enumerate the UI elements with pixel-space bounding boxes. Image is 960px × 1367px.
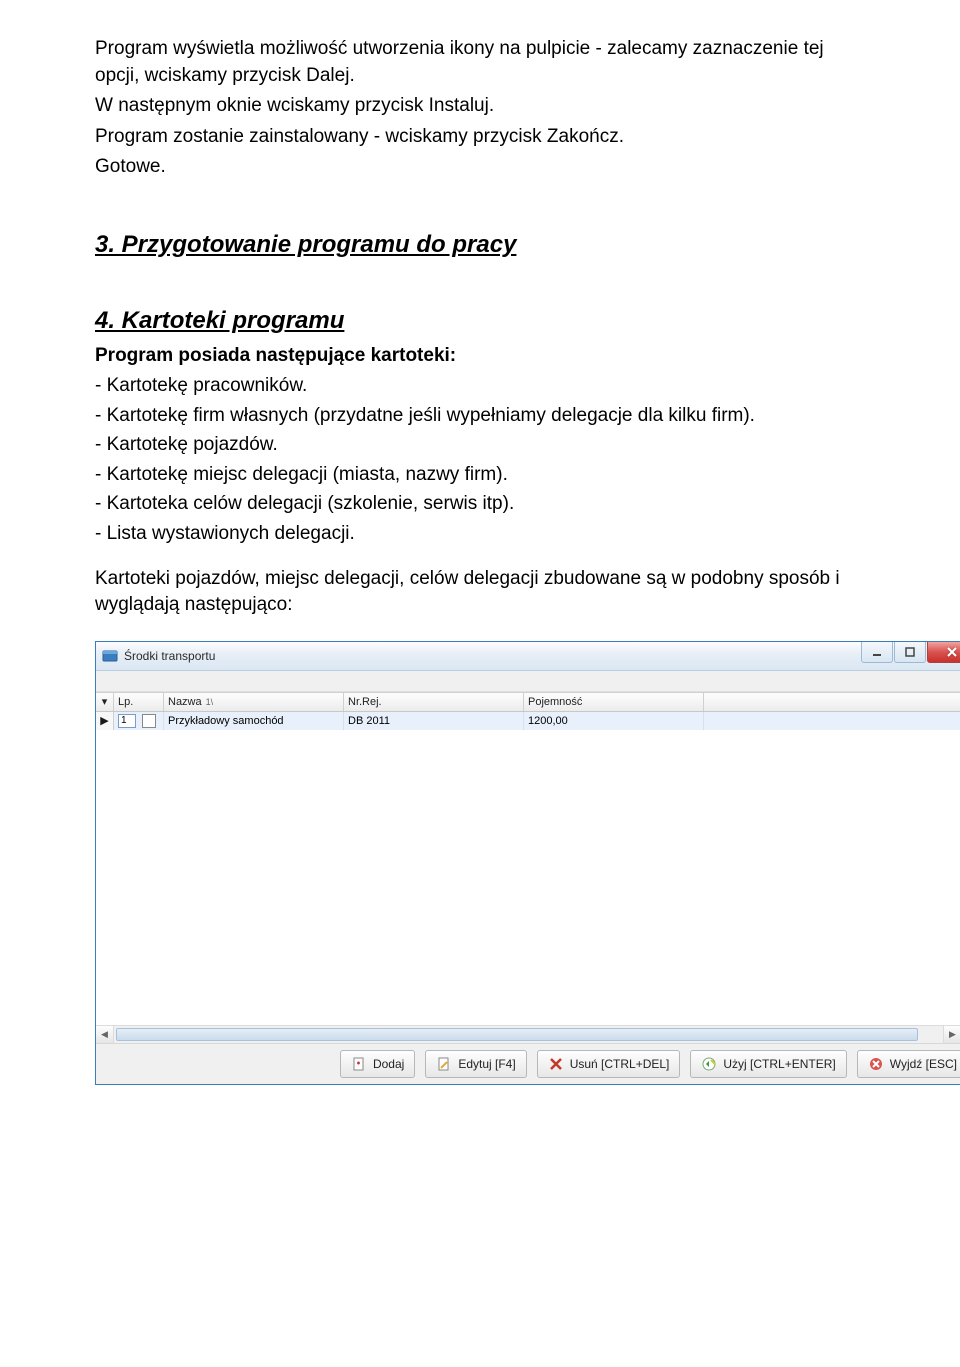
data-grid[interactable]: ▾ Lp. Nazwa 1\ Nr.Rej. Pojemność ▶ 1 Prz… [96, 692, 960, 1043]
lp-input[interactable]: 1 [118, 714, 136, 728]
list-item: - Kartoteka celów delegacji (szkolenie, … [95, 491, 865, 518]
add-document-icon [351, 1056, 367, 1072]
cell-pojemnosc[interactable]: 1200,00 [524, 712, 704, 730]
scroll-thumb-horizontal[interactable] [116, 1028, 918, 1041]
column-header-spacer [704, 693, 960, 711]
cell-lp[interactable]: 1 [114, 712, 164, 730]
kartoteki-list: - Kartotekę pracowników. - Kartotekę fir… [95, 373, 865, 548]
section-4-heading: 4. Kartoteki programu [95, 307, 865, 335]
intro-line-1: Program wyświetla możliwość utworzenia i… [95, 36, 865, 89]
section-3-heading: 3. Przygotowanie programu do pracy [95, 231, 865, 259]
list-item: - Kartotekę pojazdów. [95, 432, 865, 459]
column-header-nazwa[interactable]: Nazwa 1\ [164, 693, 344, 711]
minimize-button[interactable] [861, 642, 893, 663]
list-item: - Kartotekę firm własnych (przydatne jeś… [95, 403, 865, 430]
scroll-right-button[interactable]: ▶ [943, 1026, 960, 1043]
usun-button[interactable]: Usuń [CTRL+DEL] [537, 1050, 681, 1078]
intro-line-3: Program zostanie zainstalowany - wciskam… [95, 124, 865, 151]
scroll-track-horizontal[interactable] [114, 1026, 943, 1043]
exit-icon [868, 1056, 884, 1072]
maximize-button[interactable] [894, 642, 926, 663]
scroll-left-button[interactable]: ◀ [96, 1026, 114, 1043]
column-header-pojemnosc[interactable]: Pojemność [524, 693, 704, 711]
list-item: - Kartotekę miejsc delegacji (miasta, na… [95, 462, 865, 489]
cell-spacer [704, 712, 960, 730]
grid-header-menu-button[interactable]: ▾ [96, 693, 114, 711]
horizontal-scrollbar[interactable]: ◀ ▶ [96, 1025, 960, 1043]
intro-line-4: Gotowe. [95, 154, 865, 181]
edit-document-icon [436, 1056, 452, 1072]
use-arrow-icon [701, 1056, 717, 1072]
list-item: - Kartotekę pracowników. [95, 373, 865, 400]
wyjdz-button[interactable]: Wyjdź [ESC] [857, 1050, 960, 1078]
row-checkbox[interactable] [142, 714, 156, 728]
edytuj-button[interactable]: Edytuj [F4] [425, 1050, 526, 1078]
dodaj-button[interactable]: Dodaj [340, 1050, 415, 1078]
row-indicator-icon: ▶ [96, 712, 114, 730]
delete-icon [548, 1056, 564, 1072]
app-icon [102, 648, 118, 664]
column-header-nrrej[interactable]: Nr.Rej. [344, 693, 524, 711]
button-bar: Dodaj Edytuj [F4] Usuń [CTRL+DEL] Użyj [… [96, 1043, 960, 1084]
column-header-lp[interactable]: Lp. [114, 693, 164, 711]
cell-nrrej[interactable]: DB 2011 [344, 712, 524, 730]
post-list-text: Kartoteki pojazdów, miejsc delegacji, ce… [95, 566, 865, 619]
intro-text: Program wyświetla możliwość utworzenia i… [95, 36, 865, 181]
app-window: Środki transportu ▾ Lp. Nazwa [95, 641, 960, 1085]
close-button[interactable] [927, 642, 960, 663]
title-bar[interactable]: Środki transportu [96, 642, 960, 671]
list-item: - Lista wystawionych delegacji. [95, 521, 865, 548]
uzyj-button[interactable]: Użyj [CTRL+ENTER] [690, 1050, 846, 1078]
menu-strip [96, 671, 960, 692]
intro-line-2: W następnym oknie wciskamy przycisk Inst… [95, 93, 865, 120]
kartoteki-subheading: Program posiada następujące kartoteki: [95, 345, 865, 367]
window-title: Środki transportu [124, 649, 215, 663]
grid-header-row: ▾ Lp. Nazwa 1\ Nr.Rej. Pojemność [96, 693, 960, 712]
sort-indicator-icon: 1\ [206, 697, 214, 707]
cell-nazwa[interactable]: Przykładowy samochód [164, 712, 344, 730]
table-row[interactable]: ▶ 1 Przykładowy samochód DB 2011 1200,00 [96, 712, 960, 730]
